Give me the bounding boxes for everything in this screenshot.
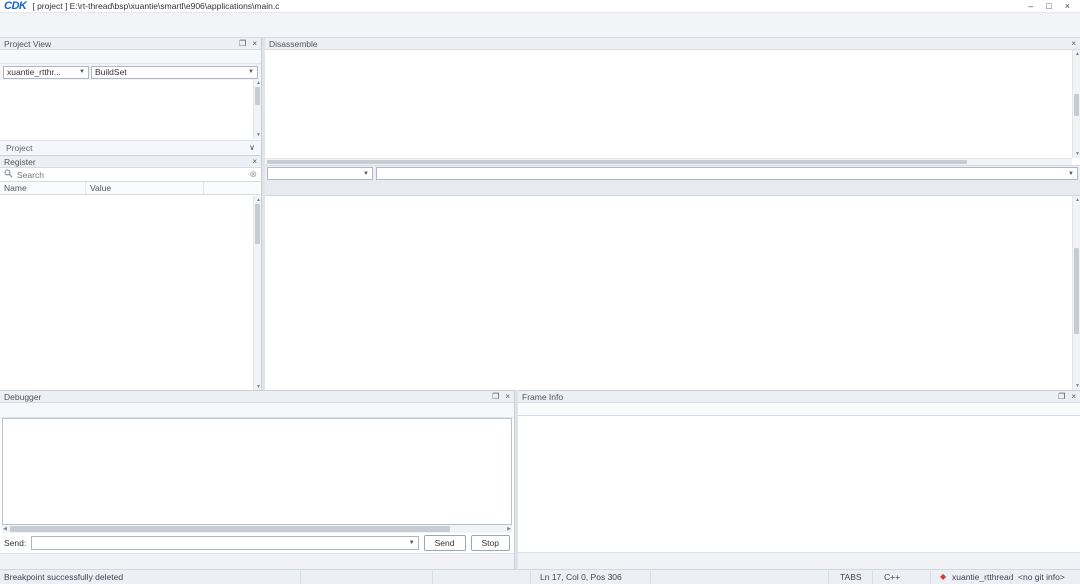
code-editor[interactable]: [265, 196, 1080, 390]
register-panel: Register × ⊗ Name Value ▲ ▼: [0, 155, 262, 390]
disassembly-lines: [265, 50, 1080, 158]
editor-tab-bar: [265, 180, 1080, 196]
status-message: Breakpoint successfully deleted: [4, 572, 123, 582]
debugger-console[interactable]: [2, 418, 512, 525]
buildset-combo-value: BuildSet: [95, 67, 127, 77]
chevron-down-icon: ▼: [409, 540, 415, 546]
register-scrollbar[interactable]: ▲ ▼: [253, 196, 261, 391]
main-toolbar: [0, 23, 1080, 38]
title-bar: CDK [ project ] E:\rt-thread\bsp\xuantie…: [0, 0, 1080, 13]
close-panel-icon[interactable]: ×: [1071, 39, 1076, 48]
project-tree-scrollbar[interactable]: ▲ ▼: [253, 79, 261, 139]
close-button[interactable]: ×: [1065, 1, 1070, 11]
status-bar: Breakpoint successfully deleted Ln 17, C…: [0, 569, 1080, 584]
close-panel-icon[interactable]: ×: [252, 157, 257, 166]
editor-scrollbar[interactable]: ▲ ▼: [1072, 196, 1080, 390]
project-view-toolbar: [0, 50, 261, 64]
clear-search-icon[interactable]: ⊗: [249, 169, 257, 180]
project-view-title: Project View: [4, 39, 51, 49]
frame-info-panel: Frame Info ❐ ×: [518, 390, 1080, 569]
float-panel-icon[interactable]: ❐: [239, 39, 246, 48]
register-title: Register: [4, 157, 36, 167]
float-panel-icon[interactable]: ❐: [492, 392, 499, 401]
maximize-button[interactable]: □: [1046, 1, 1051, 11]
chevron-down-icon: ▼: [1068, 171, 1074, 177]
app-logo: CDK: [4, 0, 26, 12]
debugger-panel: Debugger ❐ × ◀ ▶ Send: ▼ Send Stop: [0, 390, 515, 569]
console-hscrollbar[interactable]: ◀ ▶: [2, 525, 512, 533]
tabs-indicator[interactable]: TABS: [840, 572, 862, 582]
send-button[interactable]: Send: [424, 535, 466, 551]
symbol-combo[interactable]: ▼: [376, 167, 1078, 180]
debugger-toolbar: [0, 403, 514, 418]
cursor-position: Ln 17, Col 0, Pos 306: [540, 572, 622, 582]
disassembly-hscrollbar[interactable]: [265, 158, 1072, 165]
register-search-input[interactable]: [17, 170, 245, 180]
git-info: <no git info>: [1018, 572, 1065, 582]
chevron-down-icon: ▼: [79, 69, 85, 75]
close-panel-icon[interactable]: ×: [1071, 392, 1076, 401]
project-view-panel: Project View ❐ × xuantie_rtthr... ▼ Buil…: [0, 38, 262, 155]
frame-info-tabs: [518, 552, 1080, 569]
frame-info-header: [518, 403, 1080, 416]
minimize-button[interactable]: –: [1028, 1, 1033, 11]
search-icon: [4, 169, 13, 181]
frame-info-title: Frame Info: [522, 392, 563, 402]
register-table-header: Name Value: [0, 182, 261, 195]
target-combo-value: xuantie_rtthr...: [7, 67, 61, 77]
buildset-combo[interactable]: BuildSet ▼: [91, 66, 258, 79]
send-label: Send:: [4, 538, 26, 548]
debugger-tabs: [0, 553, 514, 570]
symbol-nav-row: ▼ ▼: [265, 165, 1080, 180]
language-indicator[interactable]: C++: [884, 572, 900, 582]
collapse-chevron-icon[interactable]: ∨: [249, 143, 255, 152]
project-tree: [0, 80, 261, 140]
close-panel-icon[interactable]: ×: [505, 392, 510, 401]
stop-button[interactable]: Stop: [471, 535, 511, 551]
disassembly-panel: Disassemble × ▲ ▼: [265, 38, 1080, 165]
project-view-bottom-bar: Project ∨: [0, 140, 261, 154]
close-panel-icon[interactable]: ×: [252, 39, 257, 48]
scope-combo[interactable]: ▼: [267, 167, 373, 180]
active-project-indicator[interactable]: xuantie_rtthread: [952, 572, 1013, 582]
chevron-down-icon: ▼: [248, 69, 254, 75]
chevron-down-icon: ▼: [363, 171, 369, 177]
disassembly-title: Disassemble: [269, 39, 318, 49]
project-tab[interactable]: Project: [6, 143, 32, 153]
column-value[interactable]: Value: [86, 182, 204, 194]
window-title: [ project ] E:\rt-thread\bsp\xuantie\sma…: [32, 1, 279, 11]
menu-bar: [0, 13, 1080, 23]
column-name[interactable]: Name: [0, 182, 86, 194]
float-panel-icon[interactable]: ❐: [1058, 392, 1065, 401]
frame-info-rows: [518, 416, 1080, 552]
debugger-title: Debugger: [4, 392, 41, 402]
send-input[interactable]: ▼: [31, 536, 418, 550]
target-combo[interactable]: xuantie_rtthr... ▼: [3, 66, 89, 79]
project-status-icon: ◆: [940, 572, 946, 581]
disassembly-scrollbar[interactable]: ▲ ▼: [1072, 50, 1080, 158]
